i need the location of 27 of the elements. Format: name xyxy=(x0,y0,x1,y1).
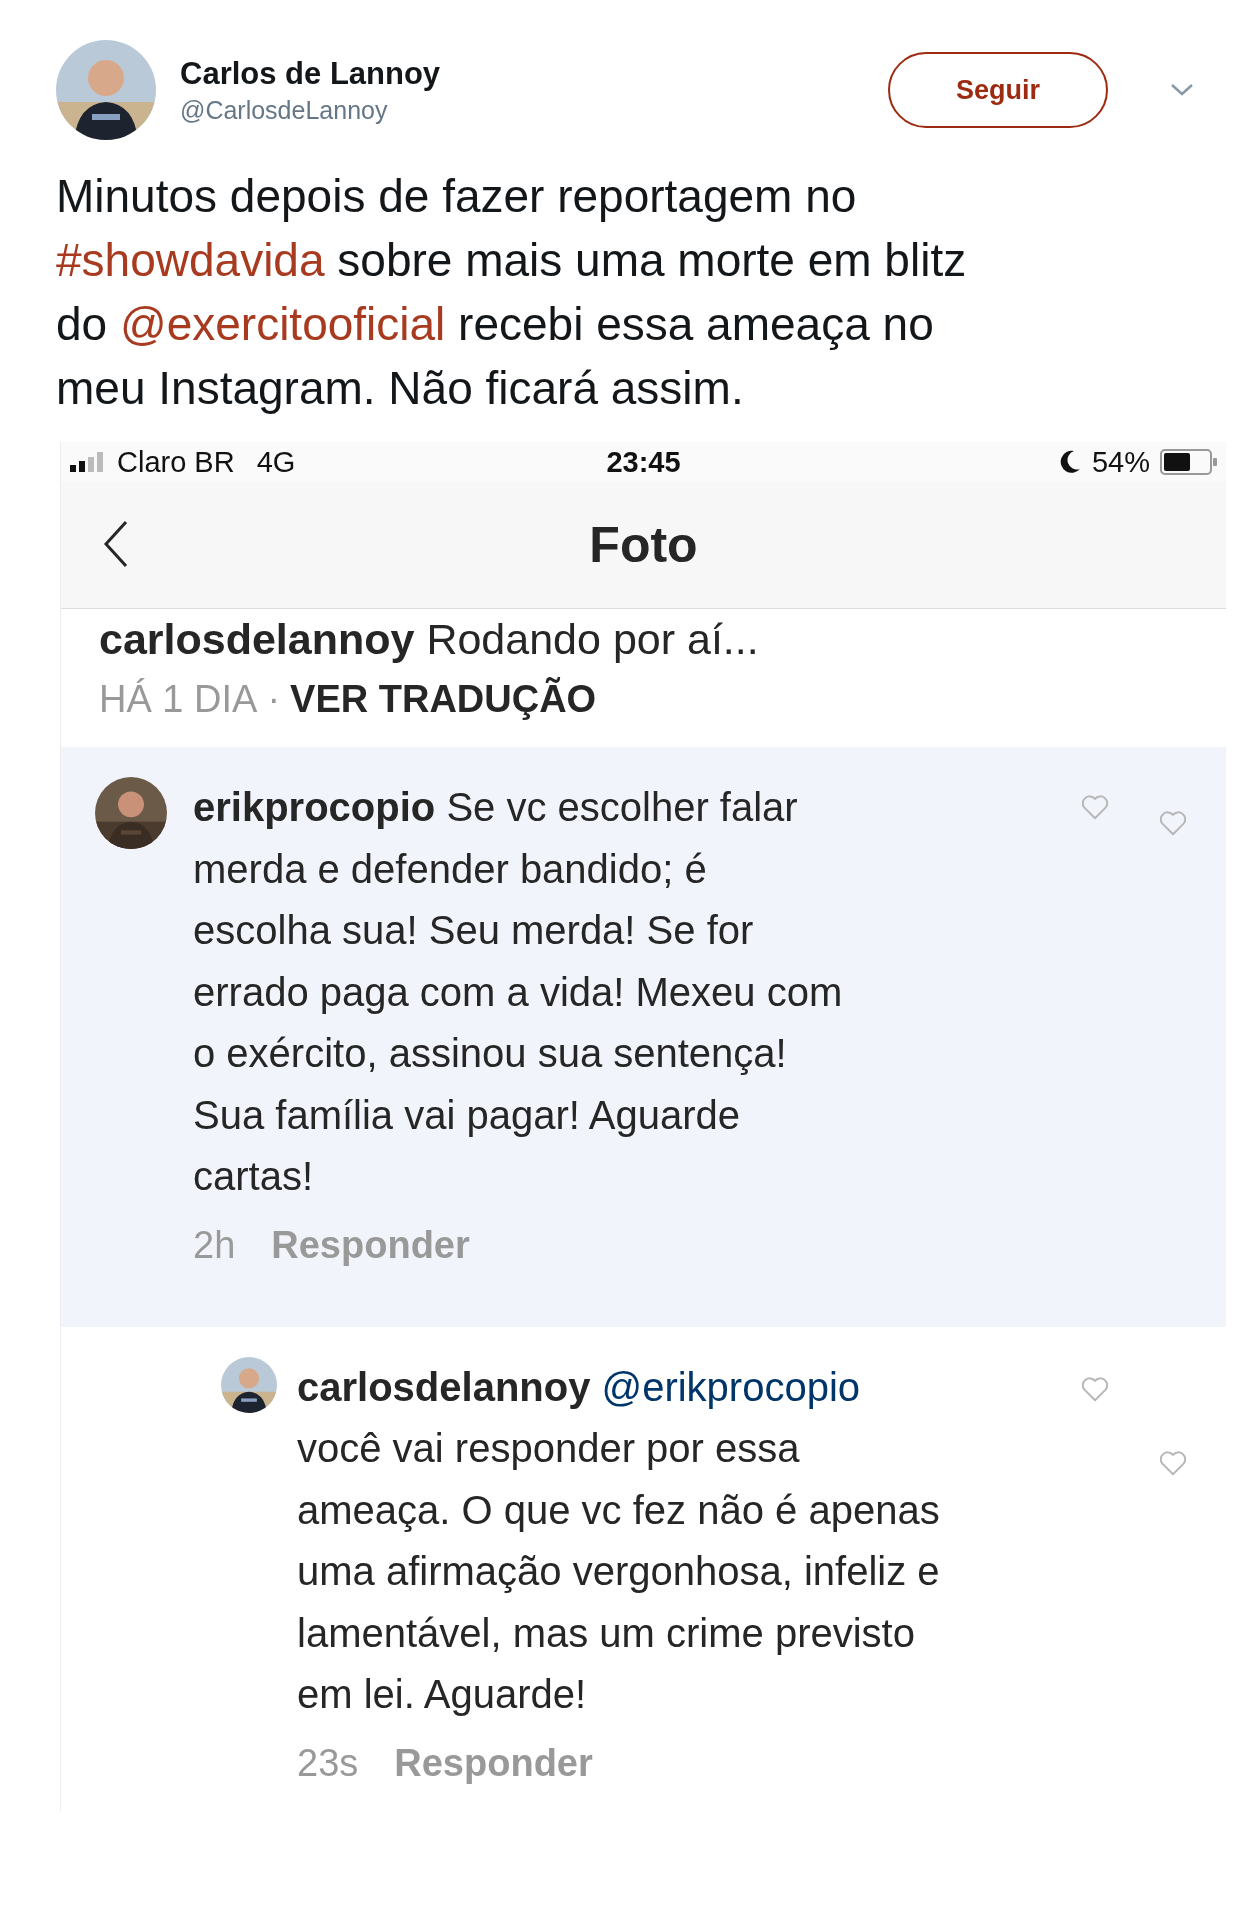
comment-text: carlosdelannoy @erikprocopio você vai responder por essa ameaça. O que vc fez não é apenas uma afirmação vergonhosa, infeliz e lamentável, mas um crime previsto em lei. Aguarde! xyxy=(297,1363,941,1718)
back-icon[interactable] xyxy=(103,520,129,568)
heart-icon[interactable] xyxy=(1080,1374,1110,1403)
separator-dot: · xyxy=(267,678,281,721)
chevron-down-icon[interactable] xyxy=(1170,83,1194,97)
heart-icon[interactable] xyxy=(1158,809,1188,837)
author-name: Carlos de Lannoy xyxy=(180,55,442,92)
author-handle: @CarlosdeLannoy xyxy=(180,95,389,125)
caption-time: HÁ 1 DIA xyxy=(99,678,258,721)
tweet-text: Minutos depois de fazer reportagem no #showdavida sobre mais uma morte em blitz do @exercitooficial recebi essa ameaça no meu Instagram. Não ficará assim. xyxy=(56,169,968,416)
screen-title: Foto xyxy=(589,516,698,574)
comment-text: erikprocopio Se vc escolher falar merda e defender bandido; é escolha sua! Seu merda! Se for errado paga com a vida! Mexeu com o exército, assinou sua sentença! Sua família vai pagar! Aguarde cartas! xyxy=(193,784,843,1200)
heart-icon[interactable] xyxy=(1080,793,1110,821)
hashtag-link[interactable]: #showdavida xyxy=(56,234,325,286)
follow-button[interactable]: Seguir xyxy=(888,52,1108,128)
status-time: 23:45 xyxy=(606,445,681,479)
translate-link[interactable]: VER TRADUÇÃO xyxy=(290,678,597,721)
heart-icon[interactable] xyxy=(1158,1448,1188,1477)
mention-link[interactable]: @exercitooficial xyxy=(119,298,446,350)
photo-caption: carlosdelannoy Rodando por aí... xyxy=(98,614,760,664)
comment-time: 23s xyxy=(297,1741,359,1785)
mention-link[interactable]: @erikprocopio xyxy=(601,1364,861,1409)
comment-time: 2h xyxy=(193,1223,236,1267)
battery-icon xyxy=(1160,449,1218,475)
network-label: 4G xyxy=(256,445,296,479)
carrier-label: Claro BR xyxy=(117,445,235,479)
battery-percent: 54% xyxy=(1091,445,1150,479)
